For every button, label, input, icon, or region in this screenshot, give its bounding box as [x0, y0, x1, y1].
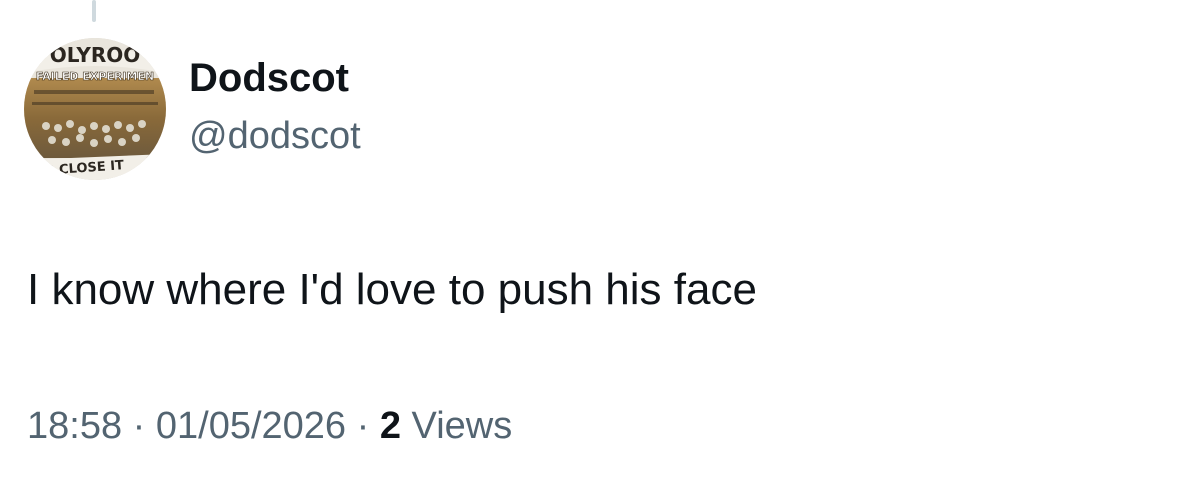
tweet-time[interactable]: 18:58: [27, 405, 122, 447]
svg-text:OLYROO: OLYROO: [50, 43, 141, 67]
author-handle[interactable]: @dodscot: [189, 113, 361, 159]
views-count: 2: [379, 405, 401, 447]
avatar[interactable]: OLYROO FAILED EXPERIMEN O CLOSE IT: [24, 38, 166, 180]
views-label: Views: [411, 405, 513, 447]
meta-separator: ·: [132, 405, 146, 447]
svg-text:FAILED EXPERIMEN: FAILED EXPERIMEN: [36, 70, 154, 83]
tweet-date[interactable]: 01/05/2026: [156, 405, 346, 447]
author-display-name[interactable]: Dodscot: [189, 54, 349, 102]
meta-separator: ·: [356, 405, 370, 447]
thread-connector-line: [92, 0, 96, 22]
tweet-metadata: 18:58 · 01/05/2026 · 2 Views: [27, 402, 512, 450]
avatar-image: OLYROO FAILED EXPERIMEN O CLOSE IT: [24, 38, 166, 180]
tweet-text: I know where I'd love to push his face: [27, 265, 757, 314]
